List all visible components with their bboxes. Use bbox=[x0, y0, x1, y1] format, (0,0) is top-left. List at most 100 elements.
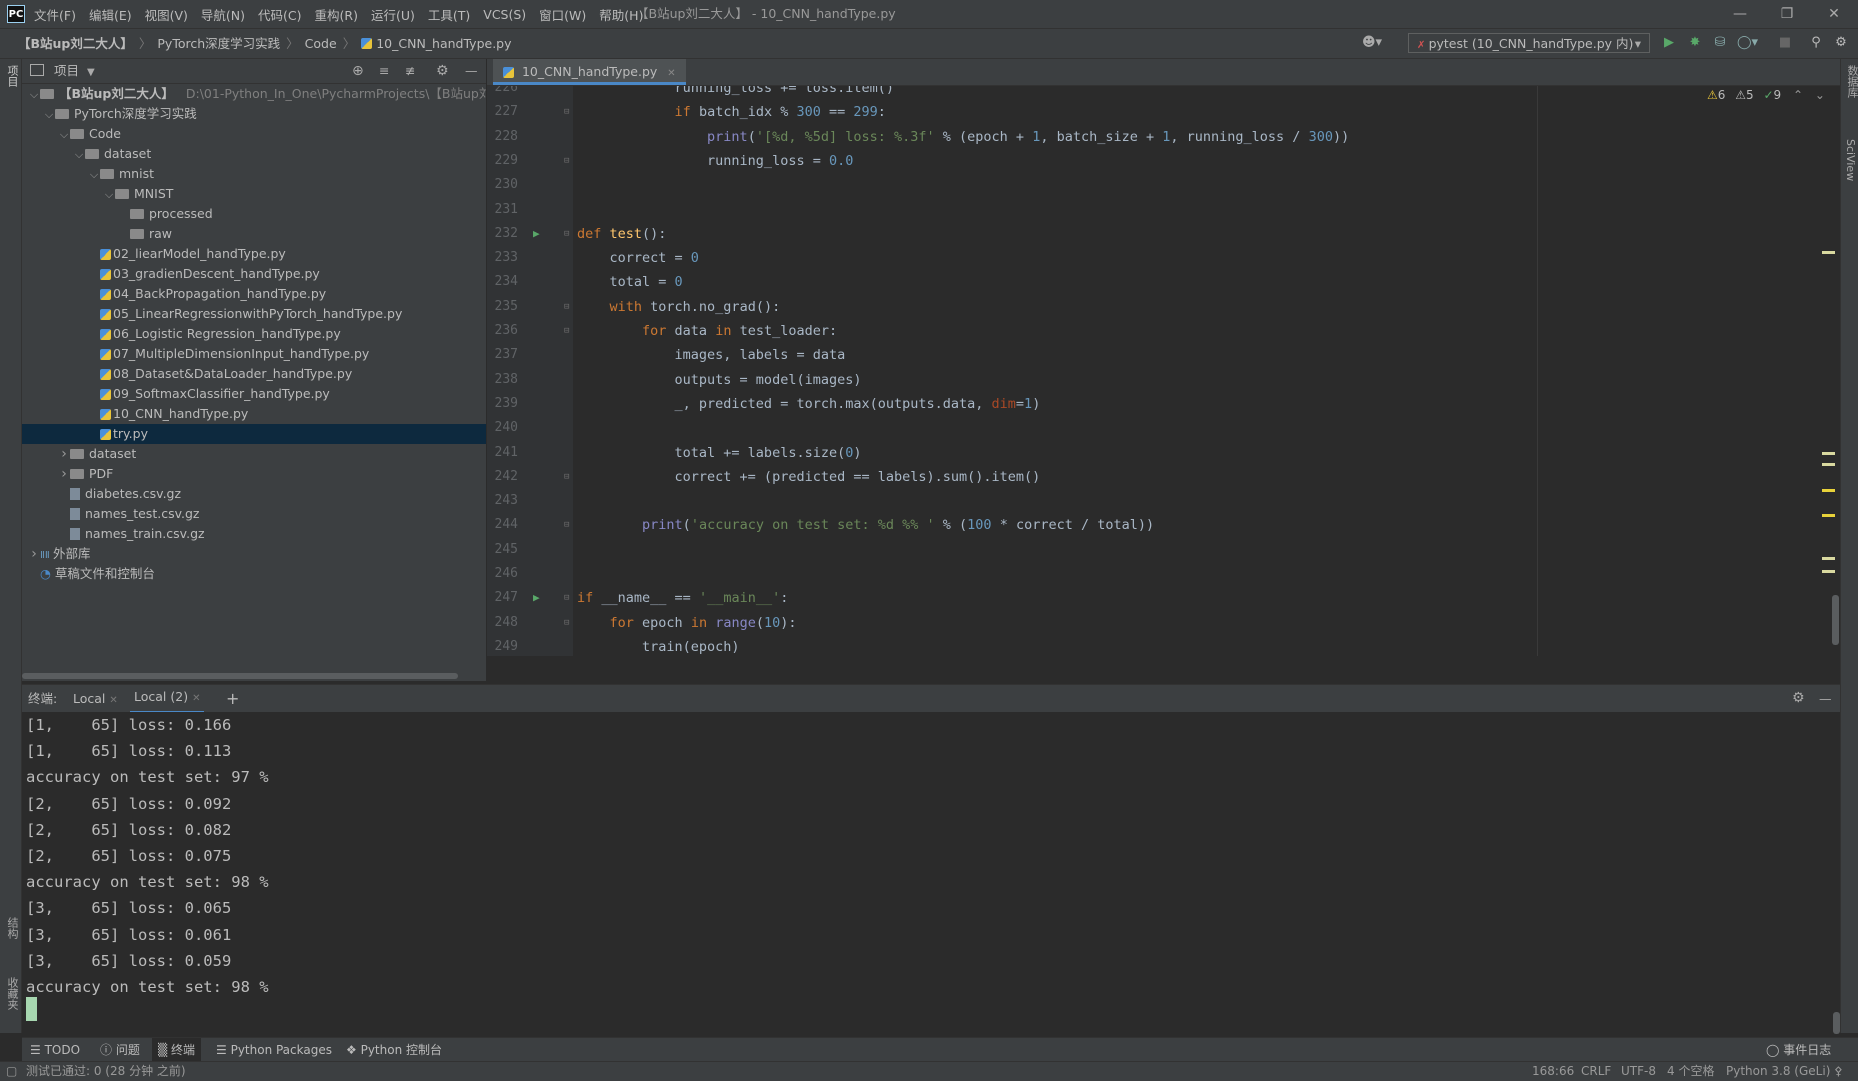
fold-icon[interactable]: ⊟ bbox=[564, 100, 569, 124]
breadcrumb-file[interactable]: 10_CNN_handType.py bbox=[376, 29, 511, 58]
menu-item[interactable]: 窗口(W) bbox=[539, 5, 586, 24]
tree-item[interactable]: › dataset bbox=[22, 444, 486, 464]
code-line[interactable]: 241 total += labels.size(0) bbox=[487, 441, 1845, 465]
tree-item[interactable]: ⌵ mnist bbox=[22, 164, 486, 184]
code-line[interactable]: 245 bbox=[487, 538, 1845, 562]
tree-item[interactable]: processed bbox=[22, 204, 486, 224]
code-line[interactable]: 248 ⊟ for epoch in range(10): bbox=[487, 611, 1845, 635]
chevron-right-icon[interactable]: › bbox=[28, 544, 40, 564]
tree-item[interactable]: ◔ 草稿文件和控制台 bbox=[22, 564, 486, 584]
breadcrumb-code[interactable]: Code bbox=[305, 29, 337, 58]
chevron-down-icon[interactable]: ⌵ bbox=[88, 165, 100, 185]
code-line[interactable]: 232 ▶ ⊟ def test(): bbox=[487, 222, 1845, 246]
tree-item[interactable]: 04_BackPropagation_handType.py bbox=[22, 284, 486, 304]
fold-icon[interactable]: ⊟ bbox=[564, 513, 569, 537]
close-tab-icon[interactable]: ✕ bbox=[109, 695, 117, 706]
chevron-down-icon[interactable]: ⌵ bbox=[103, 185, 115, 205]
chevron-right-icon[interactable]: › bbox=[58, 464, 70, 484]
code-line[interactable]: 240 bbox=[487, 416, 1845, 440]
marker-stripe[interactable] bbox=[1822, 489, 1835, 492]
terminal-vertical-scrollbar[interactable] bbox=[1833, 1012, 1840, 1034]
tool-python-packages[interactable]: ☰ Python Packages bbox=[216, 1038, 332, 1062]
tool-python-console[interactable]: ❖ Python 控制台 bbox=[346, 1038, 442, 1062]
chevron-right-icon[interactable]: › bbox=[58, 444, 70, 464]
tree-item[interactable]: names_train.csv.gz bbox=[22, 524, 486, 544]
code-line[interactable]: 242 ⊟ correct += (predicted == labels).su… bbox=[487, 465, 1845, 489]
menu-item[interactable]: 代码(C) bbox=[258, 5, 301, 24]
minimize-button[interactable]: — bbox=[1718, 0, 1762, 28]
collapse-all-icon[interactable]: ≢ bbox=[405, 59, 415, 83]
code-line[interactable]: 234 total = 0 bbox=[487, 270, 1845, 294]
tree-item[interactable]: ⌵ PyTorch深度学习实践 bbox=[22, 104, 486, 124]
run-gutter-icon[interactable]: ▶ bbox=[533, 586, 540, 610]
code-line[interactable]: 247 ▶ ⊟ if __name__ == '__main__': bbox=[487, 586, 1845, 610]
editor-tab-10-cnn[interactable]: 10_CNN_handType.py ✕ bbox=[493, 59, 686, 85]
status-panel-icon[interactable]: ▢ bbox=[6, 1062, 17, 1081]
tree-item[interactable]: ⌵ Code bbox=[22, 124, 486, 144]
coverage-icon[interactable]: ⛁ bbox=[1712, 35, 1728, 51]
code-line[interactable]: 227 ⊟ if batch_idx % 300 == 299: bbox=[487, 100, 1845, 124]
marker-stripe[interactable] bbox=[1822, 463, 1835, 466]
chevron-down-icon[interactable]: ⌵ bbox=[73, 145, 85, 165]
settings-icon[interactable]: ⚙ bbox=[1833, 35, 1849, 51]
caret-position[interactable]: 168:66 bbox=[1532, 1062, 1574, 1081]
profile-icon[interactable]: ◯▾ bbox=[1737, 35, 1758, 51]
tree-item[interactable]: 07_MultipleDimensionInput_handType.py bbox=[22, 344, 486, 364]
tree-item[interactable]: 09_SoftmaxClassifier_handType.py bbox=[22, 384, 486, 404]
menu-item[interactable]: 视图(V) bbox=[145, 5, 188, 24]
locate-icon[interactable]: ⊕ bbox=[352, 59, 364, 83]
breadcrumb-folder[interactable]: PyTorch深度学习实践 bbox=[157, 29, 280, 58]
terminal[interactable]: [1, 65] loss: 0.166 [1, 65] loss: 0.113 ac… bbox=[22, 712, 1840, 1036]
tool-todo[interactable]: ☰ TODO bbox=[30, 1038, 80, 1062]
expand-all-icon[interactable]: ≡ bbox=[379, 59, 389, 83]
fold-icon[interactable]: ⊟ bbox=[564, 611, 569, 635]
tree-item[interactable]: 05_LinearRegressionwithPyTorch_handType.… bbox=[22, 304, 486, 324]
code-line[interactable]: 235 ⊟ with torch.no_grad(): bbox=[487, 295, 1845, 319]
menu-item[interactable]: 重构(R) bbox=[315, 5, 358, 24]
code-line[interactable]: 239 _, predicted = torch.max(outputs.dat… bbox=[487, 392, 1845, 416]
menu-item[interactable]: 文件(F) bbox=[34, 5, 76, 24]
fold-icon[interactable]: ⊟ bbox=[564, 149, 569, 173]
user-icon[interactable]: ☻▾ bbox=[1362, 35, 1382, 51]
tree-item[interactable]: 06_Logistic Regression_handType.py bbox=[22, 324, 486, 344]
sciview-tool-button[interactable]: SciView bbox=[1844, 139, 1857, 181]
tree-item[interactable]: ⌵ dataset bbox=[22, 144, 486, 164]
terminal-tab-local-2[interactable]: Local (2) ✕ bbox=[130, 685, 205, 714]
tree-item[interactable]: › PDF bbox=[22, 464, 486, 484]
fold-icon[interactable]: ⊟ bbox=[564, 295, 569, 319]
chevron-down-icon[interactable]: ⌵ bbox=[43, 105, 55, 125]
tool-event-log[interactable]: ◯ 事件日志 bbox=[1766, 1038, 1831, 1062]
tree-item[interactable]: 03_gradienDescent_handType.py bbox=[22, 264, 486, 284]
code-line[interactable]: 243 bbox=[487, 489, 1845, 513]
tree-item[interactable]: ⌵ 【B站up刘二大人】 D:\01-Python_In_One\PycharmPr… bbox=[22, 84, 486, 104]
code-line[interactable]: 237 images, labels = data bbox=[487, 343, 1845, 367]
hide-panel-icon[interactable]: — bbox=[465, 59, 478, 83]
structure-tool-button[interactable]: 结构 bbox=[4, 917, 20, 939]
marker-stripe[interactable] bbox=[1822, 452, 1835, 455]
tree-item[interactable]: ⌵ MNIST bbox=[22, 184, 486, 204]
close-tab-icon[interactable]: ✕ bbox=[192, 693, 200, 704]
lock-icon[interactable]: ⚴ bbox=[1834, 1062, 1843, 1081]
marker-stripe[interactable] bbox=[1822, 514, 1835, 517]
run-config-select[interactable]: ✗ pytest (10_CNN_handType.py 内) ▾ bbox=[1408, 33, 1650, 53]
tree-item[interactable]: › ⅡⅡ 外部库 bbox=[22, 544, 486, 564]
code-line[interactable]: 230 bbox=[487, 173, 1845, 197]
code-line[interactable]: 229 ⊟ running_loss = 0.0 bbox=[487, 149, 1845, 173]
tree-item[interactable]: 10_CNN_handType.py bbox=[22, 404, 486, 424]
code-line[interactable]: 238 outputs = model(images) bbox=[487, 368, 1845, 392]
run-icon[interactable]: ▶ bbox=[1661, 35, 1677, 51]
code-line[interactable]: 228 print('[%d, %5d] loss: %.3f' % (epoc… bbox=[487, 125, 1845, 149]
indent-setting[interactable]: 4 个空格 bbox=[1667, 1062, 1714, 1081]
close-window-button[interactable]: ✕ bbox=[1812, 0, 1856, 28]
new-terminal-button[interactable]: + bbox=[226, 685, 239, 712]
code-editor[interactable]: 226 running_loss += loss.item() 227 ⊟ if b… bbox=[487, 86, 1845, 656]
search-icon[interactable]: ⚲ bbox=[1808, 35, 1824, 51]
chevron-down-icon[interactable]: ⌄ bbox=[1815, 88, 1825, 102]
fold-icon[interactable]: ⊟ bbox=[564, 465, 569, 489]
project-panel-title[interactable]: 项目 bbox=[54, 63, 79, 78]
tree-item[interactable]: raw bbox=[22, 224, 486, 244]
code-line[interactable]: 226 running_loss += loss.item() bbox=[487, 86, 1845, 100]
project-tool-button[interactable]: 项目 bbox=[4, 65, 20, 87]
fold-icon[interactable]: ⊟ bbox=[564, 319, 569, 343]
file-encoding[interactable]: UTF-8 bbox=[1621, 1062, 1656, 1081]
